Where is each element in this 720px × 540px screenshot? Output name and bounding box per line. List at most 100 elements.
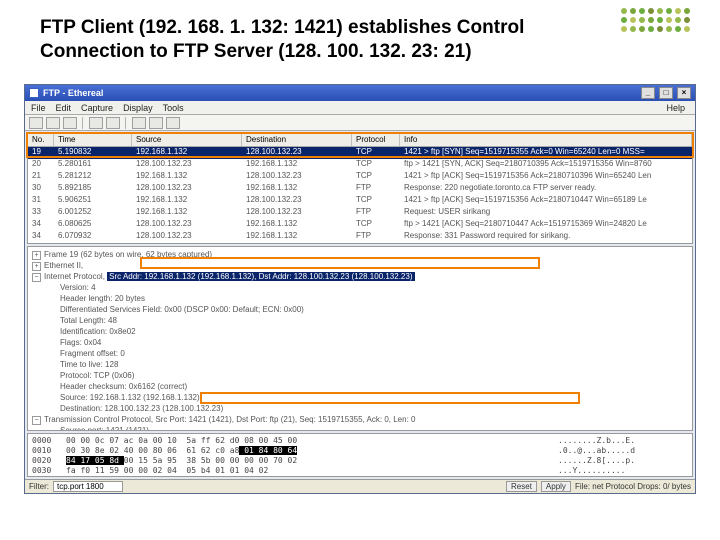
cell-src: 128.100.132.23 xyxy=(132,183,242,195)
cell-dst: 192.168.1.132 xyxy=(242,231,352,243)
detail-tcp-field: Source port: 1421 (1421) xyxy=(32,425,688,431)
cell-time: 6.080625 xyxy=(54,219,132,231)
reset-button[interactable]: Reset xyxy=(506,481,537,492)
tree-toggle[interactable]: + xyxy=(32,251,41,260)
hex-row: 001000 30 8e 02 40 00 80 06 61 62 c0 a8 … xyxy=(32,446,688,456)
cell-proto: TCP xyxy=(352,147,400,159)
toolbar-btn[interactable] xyxy=(63,117,77,129)
packet-row[interactable]: 346.070932128.100.132.23192.168.1.132FTP… xyxy=(28,231,692,243)
menu-display[interactable]: Display xyxy=(123,103,153,113)
detail-frame: Frame 19 (62 bytes on wire, 62 bytes cap… xyxy=(44,250,212,259)
packet-row[interactable]: 336.001252192.168.1.132128.100.132.23FTP… xyxy=(28,207,692,219)
col-source[interactable]: Source xyxy=(132,134,242,146)
cell-time: 6.001252 xyxy=(54,207,132,219)
cell-no: 19 xyxy=(28,147,54,159)
app-icon xyxy=(29,88,39,98)
close-button[interactable]: × xyxy=(677,87,691,99)
cell-proto: FTP xyxy=(352,207,400,219)
cell-no: 34 xyxy=(28,219,54,231)
menu-tools[interactable]: Tools xyxy=(163,103,184,113)
detail-ip-field: Destination: 128.100.132.23 (128.100.132… xyxy=(32,403,688,414)
col-protocol[interactable]: Protocol xyxy=(352,134,400,146)
cell-no: 20 xyxy=(28,159,54,171)
filter-input[interactable] xyxy=(53,481,123,492)
cell-src: 192.168.1.132 xyxy=(132,195,242,207)
packet-row[interactable]: 305.892185128.100.132.23192.168.1.132FTP… xyxy=(28,183,692,195)
packet-row[interactable]: 195.190832192.168.1.132128.100.132.23TCP… xyxy=(28,147,692,159)
cell-dst: 128.100.132.23 xyxy=(242,147,352,159)
toolbar-btn[interactable] xyxy=(149,117,163,129)
detail-ip-field: Header checksum: 0x6162 (correct) xyxy=(32,381,688,392)
col-info[interactable]: Info xyxy=(400,134,692,146)
cell-time: 6.070932 xyxy=(54,231,132,243)
cell-dst: 128.100.132.23 xyxy=(242,171,352,183)
packet-row[interactable]: 315.906251192.168.1.132128.100.132.23TCP… xyxy=(28,195,692,207)
packet-list-pane[interactable]: No. Time Source Destination Protocol Inf… xyxy=(27,133,693,244)
toolbar-btn[interactable] xyxy=(132,117,146,129)
cell-time: 5.190832 xyxy=(54,147,132,159)
maximize-button[interactable]: □ xyxy=(659,87,673,99)
toolbar-btn[interactable] xyxy=(106,117,120,129)
packet-row[interactable]: 215.281212192.168.1.132128.100.132.23TCP… xyxy=(28,171,692,183)
titlebar[interactable]: FTP - Ethereal _ □ × xyxy=(25,85,695,101)
cell-info: Request: USER sirikang xyxy=(400,207,692,219)
menu-help[interactable]: Help xyxy=(666,103,685,113)
ethereal-window: FTP - Ethereal _ □ × File Edit Capture D… xyxy=(24,84,696,494)
cell-info: ftp > 1421 [ACK] Seq=2180710447 Ack=1519… xyxy=(400,219,692,231)
apply-button[interactable]: Apply xyxy=(541,481,571,492)
toolbar-btn[interactable] xyxy=(29,117,43,129)
cell-no: 21 xyxy=(28,171,54,183)
detail-ip-addresses: Src Addr: 192.168.1.132 (192.168.1.132),… xyxy=(107,272,414,281)
packet-detail-pane[interactable]: +Frame 19 (62 bytes on wire, 62 bytes ca… xyxy=(27,246,693,431)
toolbar-btn[interactable] xyxy=(166,117,180,129)
filter-label: Filter: xyxy=(29,482,49,491)
detail-ip-field: Identification: 0x8e02 xyxy=(32,326,688,337)
cell-dst: 128.100.132.23 xyxy=(242,207,352,219)
toolbar xyxy=(25,115,695,131)
detail-ip-field: Total Length: 48 xyxy=(32,315,688,326)
col-destination[interactable]: Destination xyxy=(242,134,352,146)
slide-title: FTP Client (192. 168. 1. 132: 1421) esta… xyxy=(40,16,600,64)
cell-time: 5.892185 xyxy=(54,183,132,195)
window-title: FTP - Ethereal xyxy=(43,88,103,98)
packet-row[interactable]: 346.080625128.100.132.23192.168.1.132TCP… xyxy=(28,219,692,231)
cell-time: 5.280161 xyxy=(54,159,132,171)
menu-file[interactable]: File xyxy=(31,103,46,113)
packet-row[interactable]: 205.280161128.100.132.23192.168.1.132TCP… xyxy=(28,159,692,171)
menu-edit[interactable]: Edit xyxy=(56,103,72,113)
col-no[interactable]: No. xyxy=(28,134,54,146)
detail-ip-field: Header length: 20 bytes xyxy=(32,293,688,304)
detail-ip-field: Differentiated Services Field: 0x00 (DSC… xyxy=(32,304,688,315)
menubar: File Edit Capture Display Tools Help xyxy=(25,101,695,115)
cell-src: 192.168.1.132 xyxy=(132,147,242,159)
cell-dst: 192.168.1.132 xyxy=(242,159,352,171)
menu-capture[interactable]: Capture xyxy=(81,103,113,113)
cell-info: 1421 > ftp [ACK] Seq=1519715356 Ack=2180… xyxy=(400,195,692,207)
minimize-button[interactable]: _ xyxy=(641,87,655,99)
hex-row: 000000 00 0c 07 ac 0a 00 10 5a ff 62 d0 … xyxy=(32,436,688,446)
toolbar-btn[interactable] xyxy=(46,117,60,129)
cell-info: 1421 > ftp [SYN] Seq=1519715355 Ack=0 Wi… xyxy=(400,147,692,159)
tree-toggle[interactable]: − xyxy=(32,416,41,425)
cell-proto: FTP xyxy=(352,183,400,195)
col-time[interactable]: Time xyxy=(54,134,132,146)
detail-ip-field: Flags: 0x04 xyxy=(32,337,688,348)
cell-no: 34 xyxy=(28,231,54,243)
tree-toggle[interactable]: − xyxy=(32,273,41,282)
cell-info: ftp > 1421 [SYN, ACK] Seq=2180710395 Ack… xyxy=(400,159,692,171)
detail-ip-field: Source: 192.168.1.132 (192.168.1.132) xyxy=(32,392,688,403)
cell-proto: TCP xyxy=(352,159,400,171)
detail-tcp-ports: Src Port: 1421 (1421), Dst Port: ftp (21… xyxy=(155,415,415,424)
cell-info: Response: 331 Password required for siri… xyxy=(400,231,692,243)
cell-no: 31 xyxy=(28,195,54,207)
cell-proto: TCP xyxy=(352,219,400,231)
cell-no: 30 xyxy=(28,183,54,195)
tree-toggle[interactable]: + xyxy=(32,262,41,271)
hex-dump-pane[interactable]: 000000 00 0c 07 ac 0a 00 10 5a ff 62 d0 … xyxy=(27,433,693,477)
detail-ip-field: Protocol: TCP (0x06) xyxy=(32,370,688,381)
cell-src: 128.100.132.23 xyxy=(132,159,242,171)
toolbar-btn[interactable] xyxy=(89,117,103,129)
detail-ip-field: Fragment offset: 0 xyxy=(32,348,688,359)
hex-row: 002084 17 05 8d 00 15 5a 95 38 5b 00 00 … xyxy=(32,456,688,466)
cell-time: 5.281212 xyxy=(54,171,132,183)
